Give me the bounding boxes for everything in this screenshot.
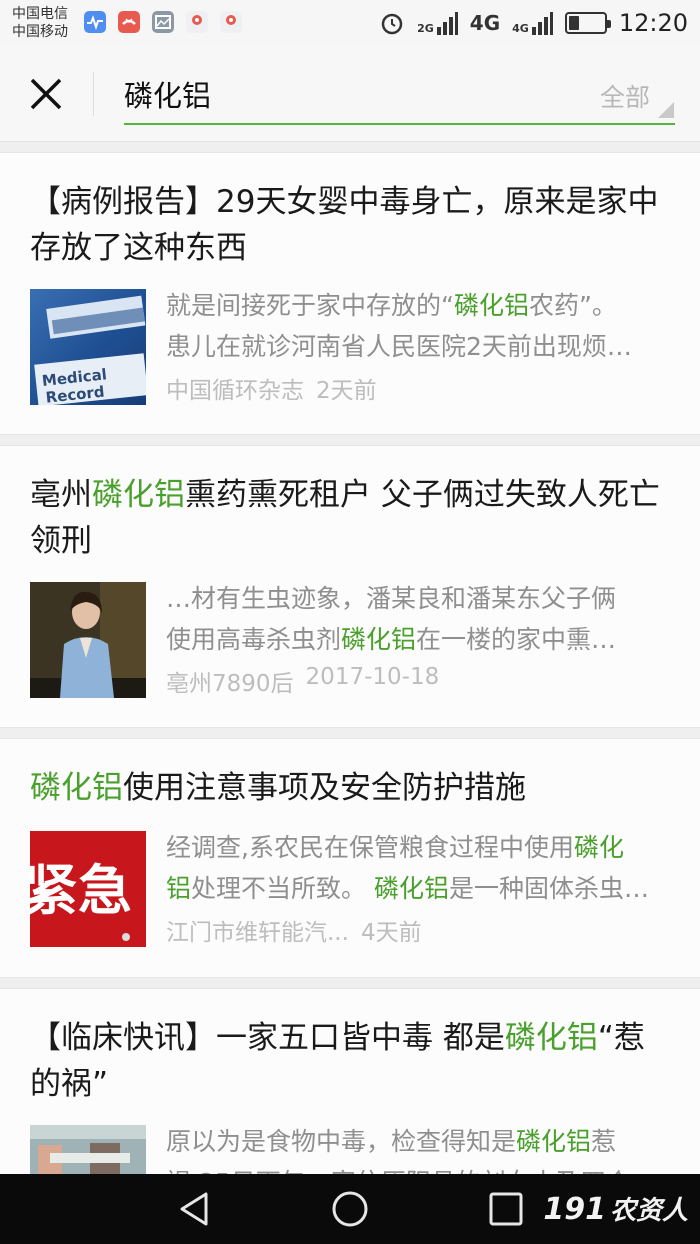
result-meta: 中国循环杂志 2天前 [166, 371, 377, 405]
keyword-highlight: 磷化铝 [341, 625, 417, 654]
keyword-highlight: 磷化铝 [30, 770, 123, 806]
search-input[interactable] [124, 74, 544, 114]
result-time: 2017-10-18 [305, 664, 440, 690]
home-button[interactable] [330, 1189, 370, 1229]
carrier-2: 中国移动 [12, 24, 68, 40]
close-icon [30, 78, 62, 110]
signal-bars-icon [436, 12, 458, 35]
result-snippet: 就是间接死于家中存放的“磷化铝农药”。 患儿在就诊河南省人民医院2天前出现烦… [166, 285, 671, 367]
result-meta: 江门市维轩能汽... 4天前 [166, 913, 422, 947]
notification-icons [84, 11, 242, 33]
result-source: 中国循环杂志 [166, 378, 304, 404]
signal-4g: 4G [512, 11, 553, 35]
close-button[interactable] [24, 72, 68, 116]
snippet-line-1: 原以为是食物中毒，检查得知是磷化铝惹 [166, 1127, 617, 1156]
signal-2g: 2G [417, 11, 458, 35]
result-source: 江门市维轩能汽... [166, 920, 349, 946]
keyword-highlight: 磷化铝 [504, 1020, 598, 1056]
result-snippet: 经调查,系农民在保管粮食过程中使用磷化 铝处理不当所致。 磷化铝是一种固体杀虫… [166, 827, 671, 909]
snippet-line-1: 经调查,系农民在保管粮食过程中使用磷化 [166, 833, 624, 862]
gallery-app-icon [152, 11, 174, 33]
result-time: 2天前 [316, 378, 377, 404]
medical-record-image: Medical Record [30, 289, 146, 405]
network-4g: 4G [469, 11, 501, 35]
result-title[interactable]: 磷化铝使用注意事项及安全防护措施 [30, 765, 675, 811]
recents-button[interactable] [486, 1189, 526, 1229]
result-card[interactable]: 磷化铝使用注意事项及安全防护措施 紧急 经调查,系农民在保管粮食过程中使用磷化 … [0, 738, 700, 978]
result-title[interactable]: 【病例报告】29天女婴中毒身亡，原来是家中存放了这种东西 [30, 179, 675, 271]
keyword-highlight: 磷化铝 [453, 291, 529, 320]
keyword-highlight: 磷化铝 [92, 477, 185, 513]
dropdown-corner-icon[interactable] [658, 102, 674, 118]
battery-level [568, 16, 580, 30]
snippet-line-2: 铝处理不当所致。 磷化铝是一种固体杀虫… [166, 874, 649, 903]
result-time: 4天前 [360, 920, 422, 946]
home-circle-icon [332, 1191, 368, 1227]
result-card[interactable]: 【病例报告】29天女婴中毒身亡，原来是家中存放了这种东西 Medical Rec… [0, 152, 700, 435]
watermark-logo: 191 农资人 [543, 1192, 688, 1227]
recents-square-icon [489, 1192, 523, 1226]
result-card[interactable]: 亳州磷化铝熏药熏死租户 父子俩过失致人死亡领刑 …材有生虫迹象，潘某良和潘某东父… [0, 445, 700, 728]
search-underline [124, 123, 675, 125]
snippet-line-1: …材有生虫迹象，潘某良和潘某东父子俩 [166, 584, 617, 613]
snippet-line-2: 使用高毒杀虫剂磷化铝在一楼的家中熏… [166, 625, 617, 654]
back-triangle-icon [180, 1192, 208, 1226]
navigation-bar: 191 农资人 [0, 1174, 700, 1244]
keyword-highlight: 磷化铝 [373, 874, 449, 903]
urgent-banner-image: 紧急 [30, 831, 146, 947]
result-title[interactable]: 亳州磷化铝熏药熏死租户 父子俩过失致人死亡领刑 [30, 472, 675, 564]
header-divider [93, 72, 94, 116]
result-title[interactable]: 【临床快讯】一家五口皆中毒 都是磷化铝“惹的祸” [30, 1015, 675, 1107]
carrier-1: 中国电信 [12, 6, 68, 22]
svg-text:紧急: 紧急 [30, 858, 132, 922]
keyword-highlight: 磷化铝 [516, 1127, 592, 1156]
battery-icon [564, 12, 611, 34]
signal-bars-icon-2 [531, 12, 553, 35]
map-app-icon-2 [220, 11, 242, 33]
keyword-highlight: 磷化 [573, 833, 624, 862]
result-meta: 亳州7890后 2017-10-18 [166, 664, 439, 698]
snippet-line-2: 患儿在就诊河南省人民医院2天前出现烦… [166, 332, 632, 361]
keyword-highlight: 铝 [166, 874, 192, 903]
result-snippet: …材有生虫迹象，潘某良和潘某东父子俩 使用高毒杀虫剂磷化铝在一楼的家中熏… [166, 578, 671, 660]
news-anchor-image [30, 582, 146, 698]
status-bar: 中国电信 中国移动 2G 4G 4G 12:20 [0, 0, 700, 46]
status-right: 2G 4G 4G 12:20 [379, 8, 688, 38]
scope-dropdown[interactable]: 全部 [600, 78, 650, 114]
health-app-icon [84, 11, 106, 33]
clock: 12:20 [618, 9, 688, 37]
carrier-labels: 中国电信 中国移动 [12, 5, 68, 41]
result-source: 亳州7890后 [166, 671, 294, 697]
map-app-icon [186, 11, 208, 33]
search-header: 全部 [0, 46, 700, 142]
missed-call-icon [118, 11, 140, 33]
alarm-icon [381, 13, 403, 35]
back-button[interactable] [176, 1189, 216, 1229]
snippet-line-1: 就是间接死于家中存放的“磷化铝农药”。 [166, 291, 617, 320]
